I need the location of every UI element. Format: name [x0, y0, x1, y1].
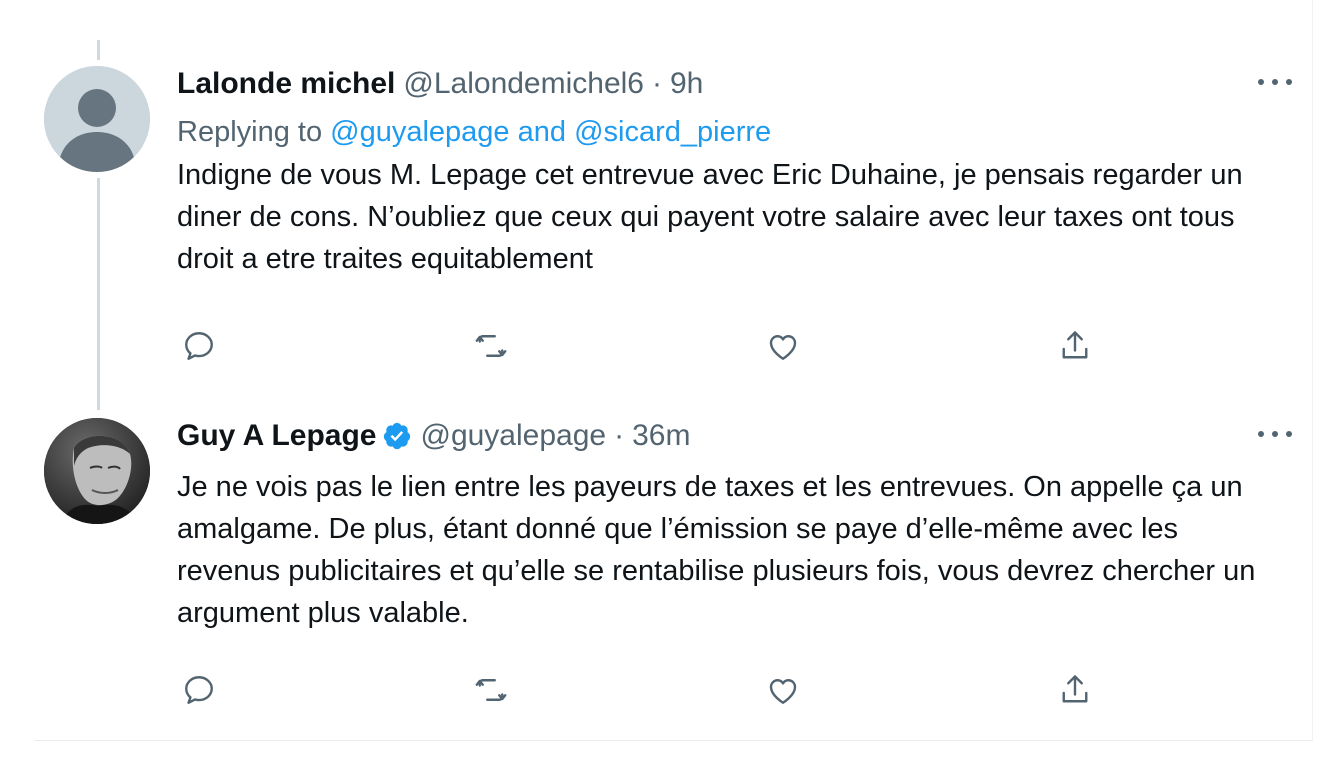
tweet-actions: [177, 324, 1097, 368]
share-icon[interactable]: [1053, 668, 1097, 712]
tweet-text: Indigne de vous M. Lepage cet entrevue a…: [177, 159, 1243, 275]
share-icon[interactable]: [1053, 324, 1097, 368]
tweet-main[interactable]: Guy A Lepage @guyalepage · 36m Je ne voi…: [34, 414, 1312, 734]
mention-link-guyalepage[interactable]: @guyalepage: [330, 116, 509, 148]
timestamp[interactable]: 36m: [632, 419, 690, 453]
default-avatar-icon: [44, 66, 150, 172]
tweet-header: Guy A Lepage @guyalepage · 36m: [177, 414, 1277, 458]
tweet-thread: Lalonde michel @Lalondemichel6 · 9h Repl…: [34, 0, 1313, 741]
tweet-reply[interactable]: Lalonde michel @Lalondemichel6 · 9h Repl…: [34, 62, 1312, 402]
author-handle[interactable]: @guyalepage: [420, 419, 606, 453]
author-name[interactable]: Guy A Lepage: [177, 419, 376, 453]
like-icon[interactable]: [761, 668, 805, 712]
replying-to: Replying to @guyalepage and @sicard_pier…: [177, 112, 1277, 152]
author-name[interactable]: Lalonde michel: [177, 67, 395, 101]
separator: ·: [614, 419, 625, 452]
mention-link-sicard-pierre[interactable]: @sicard_pierre: [574, 116, 771, 148]
author-handle[interactable]: @Lalondemichel6: [403, 67, 644, 101]
like-icon[interactable]: [761, 324, 805, 368]
tweet-text: Je ne vois pas le lien entre les payeurs…: [177, 471, 1256, 629]
tweet-body: Lalonde michel @Lalondemichel6 · 9h Repl…: [177, 62, 1277, 280]
tweet-header: Lalonde michel @Lalondemichel6 · 9h: [177, 62, 1277, 106]
profile-photo-icon: [44, 418, 150, 524]
replying-and[interactable]: and: [510, 116, 575, 148]
more-options-icon[interactable]: [1258, 72, 1292, 92]
retweet-icon[interactable]: [469, 668, 513, 712]
thread-line-top: [97, 40, 100, 60]
replying-prefix: Replying to: [177, 116, 331, 148]
tweet-actions: [177, 668, 1097, 712]
avatar[interactable]: [44, 66, 150, 172]
separator: ·: [652, 67, 662, 100]
retweet-icon[interactable]: [469, 324, 513, 368]
verified-badge-icon: [382, 421, 412, 451]
tweet-body: Guy A Lepage @guyalepage · 36m Je ne voi…: [177, 414, 1277, 634]
reply-icon[interactable]: [177, 668, 221, 712]
reply-icon[interactable]: [177, 324, 221, 368]
more-options-icon[interactable]: [1258, 424, 1292, 444]
timestamp[interactable]: 9h: [670, 67, 703, 101]
avatar[interactable]: [44, 418, 150, 524]
